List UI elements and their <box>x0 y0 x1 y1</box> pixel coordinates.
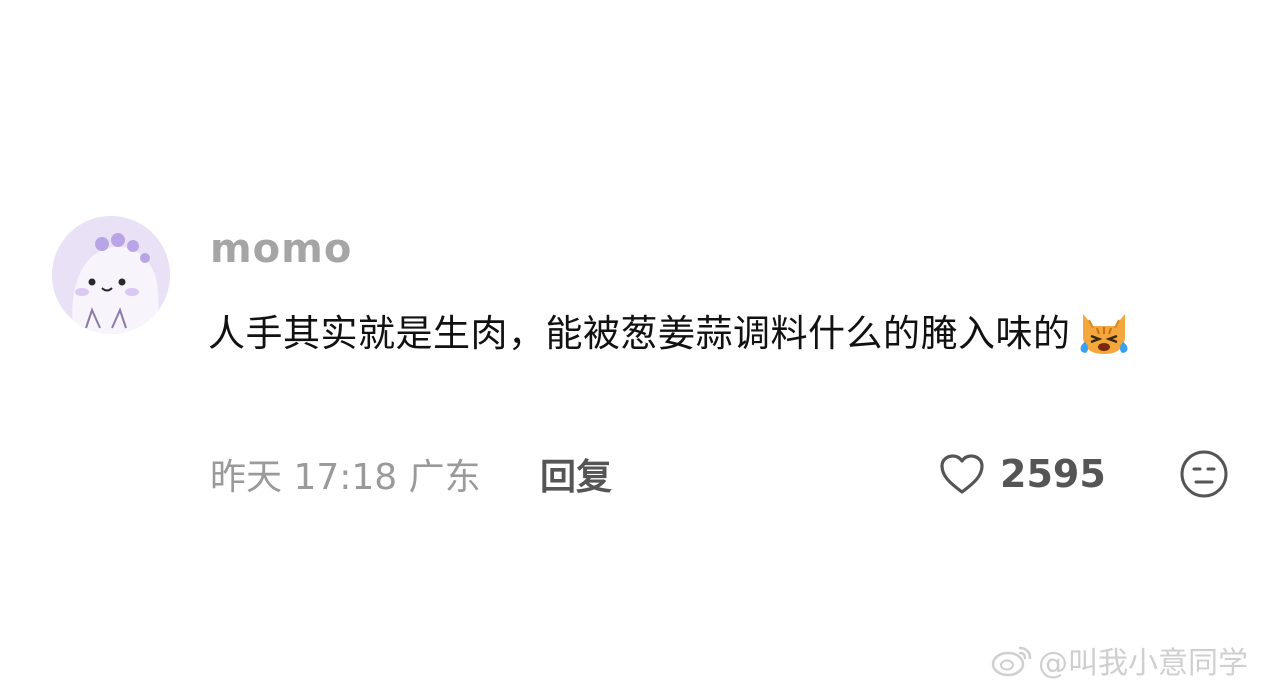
comment-item: momo 人手其实就是生肉，能被葱姜蒜调料什么的腌入味的 昨天 17:18 广东… <box>0 0 1280 689</box>
comment-body: 人手其实就是生肉，能被葱姜蒜调料什么的腌入味的 <box>208 312 1071 355</box>
username[interactable]: momo <box>210 226 352 272</box>
watermark-text: @叫我小意同学 <box>1038 646 1248 681</box>
crying-cat-emoji-icon <box>1075 306 1133 356</box>
like-button[interactable]: 2595 <box>938 448 1106 500</box>
avatar-dino-icon <box>52 216 170 334</box>
watermark: @叫我小意同学 <box>990 640 1248 681</box>
weibo-logo-icon <box>991 646 1032 677</box>
neutral-face-icon <box>1180 450 1228 498</box>
dislike-button[interactable] <box>1178 448 1230 500</box>
heart-outline-icon <box>940 454 984 494</box>
comment-text: 人手其实就是生肉，能被葱姜蒜调料什么的腌入味的 <box>208 303 1228 365</box>
like-count: 2595 <box>1000 452 1106 496</box>
comment-time-location: 昨天 17:18 广东 <box>210 457 481 498</box>
avatar[interactable] <box>52 216 170 334</box>
reply-button[interactable]: 回复 <box>540 448 612 500</box>
